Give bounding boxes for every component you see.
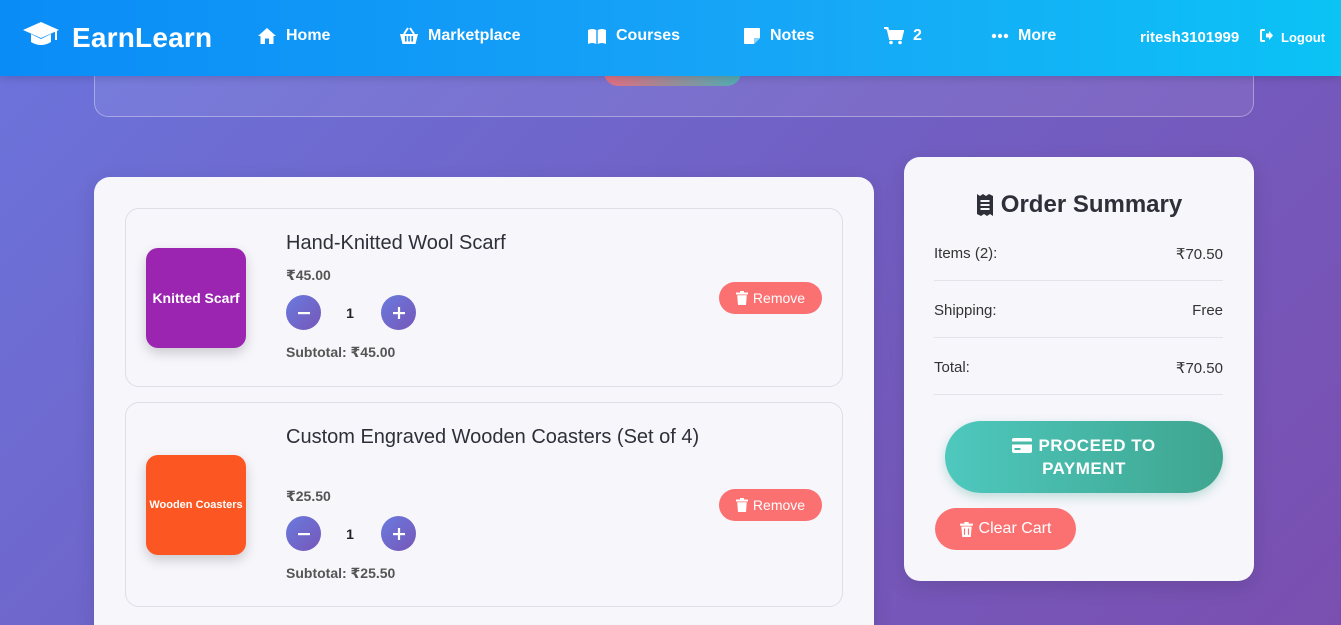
dots-icon (991, 33, 1009, 39)
home-icon (257, 27, 277, 45)
summary-value: Free (1192, 302, 1223, 319)
logout-label: Logout (1281, 29, 1326, 45)
nav-home-label: Home (286, 27, 331, 44)
decrease-quantity-button[interactable] (286, 516, 321, 551)
increase-quantity-button[interactable] (381, 516, 416, 551)
product-title: Custom Engraved Wooden Coasters (Set of … (286, 426, 700, 448)
product-subtotal: Subtotal: ₹25.50 (286, 565, 396, 581)
clear-cart-label: Clear Cart (978, 520, 1052, 537)
book-icon (587, 28, 607, 45)
note-icon (743, 27, 761, 45)
summary-value: ₹70.50 (1175, 246, 1223, 263)
product-thumbnail: Knitted Scarf (146, 248, 246, 348)
receipt-icon (976, 193, 994, 217)
minus-icon (297, 302, 311, 324)
cart-item: Knitted Scarf Hand-Knitted Wool Scarf ₹4… (125, 208, 843, 387)
nav-notes[interactable]: Notes (743, 27, 814, 45)
thumbnail-text: Wooden Coasters (149, 499, 243, 511)
nav-courses-label: Courses (616, 27, 681, 44)
quantity-value: 1 (346, 305, 354, 321)
logout-icon (1260, 29, 1274, 45)
cart-items-card: Knitted Scarf Hand-Knitted Wool Scarf ₹4… (94, 177, 874, 625)
trash-icon (735, 291, 748, 305)
product-title: Hand-Knitted Wool Scarf (286, 232, 506, 254)
nav-notes-label: Notes (770, 27, 815, 44)
product-price: ₹25.50 (286, 488, 331, 504)
graduation-cap-icon (22, 20, 60, 55)
trash-icon (959, 521, 973, 537)
cart-icon (884, 27, 904, 45)
brand-logo[interactable]: EarnLearn (22, 20, 212, 55)
cart-count: 2 (913, 27, 922, 44)
order-summary-card: Order Summary Items (2): ₹70.50 Shipping… (904, 157, 1254, 581)
product-price: ₹45.00 (286, 267, 331, 283)
cart-item: Wooden Coasters Custom Engraved Wooden C… (125, 402, 843, 607)
brand-name: EarnLearn (72, 21, 213, 53)
nav-marketplace-label: Marketplace (428, 27, 521, 44)
username[interactable]: ritesh3101999 (1140, 29, 1239, 46)
trash-icon (735, 498, 748, 512)
credit-card-icon (1012, 437, 1033, 458)
summary-value: ₹70.50 (1175, 360, 1223, 377)
summary-row-shipping: Shipping: Free (934, 302, 1223, 338)
order-summary-title-text: Order Summary (1000, 191, 1183, 218)
nav-cart[interactable]: 2 (884, 27, 922, 45)
nav-home[interactable]: Home (257, 27, 330, 45)
nav-more-label: More (1018, 27, 1057, 44)
product-thumbnail: Wooden Coasters (146, 455, 246, 555)
nav-more[interactable]: More (991, 27, 1056, 45)
thumbnail-text: Knitted Scarf (152, 290, 240, 306)
proceed-to-payment-label: PROCEED TO PAYMENT (1038, 436, 1156, 478)
nav-marketplace[interactable]: Marketplace (399, 27, 521, 45)
decrease-quantity-button[interactable] (286, 295, 321, 330)
summary-label: Total: (934, 359, 970, 376)
plus-icon (392, 523, 406, 545)
proceed-to-payment-button[interactable]: PROCEED TO PAYMENT (945, 421, 1223, 493)
remove-button[interactable]: Remove (719, 282, 822, 314)
summary-label: Items (2): (934, 245, 998, 262)
plus-icon (392, 302, 406, 324)
clear-cart-button[interactable]: Clear Cart (935, 508, 1076, 550)
order-summary-title: Order Summary (904, 191, 1254, 219)
quantity-value: 1 (346, 526, 354, 542)
summary-row-items: Items (2): ₹70.50 (934, 245, 1223, 281)
nav-courses[interactable]: Courses (587, 27, 680, 45)
product-subtotal: Subtotal: ₹45.00 (286, 344, 396, 360)
summary-row-total: Total: ₹70.50 (934, 359, 1223, 395)
top-navbar: EarnLearn Home Marketplace Courses Notes… (0, 0, 1341, 76)
minus-icon (297, 523, 311, 545)
summary-label: Shipping: (934, 302, 997, 319)
remove-button[interactable]: Remove (719, 489, 822, 521)
increase-quantity-button[interactable] (381, 295, 416, 330)
remove-label: Remove (752, 290, 806, 306)
remove-label: Remove (752, 497, 806, 513)
logout-button[interactable]: Logout (1260, 29, 1325, 45)
basket-icon (399, 27, 419, 45)
